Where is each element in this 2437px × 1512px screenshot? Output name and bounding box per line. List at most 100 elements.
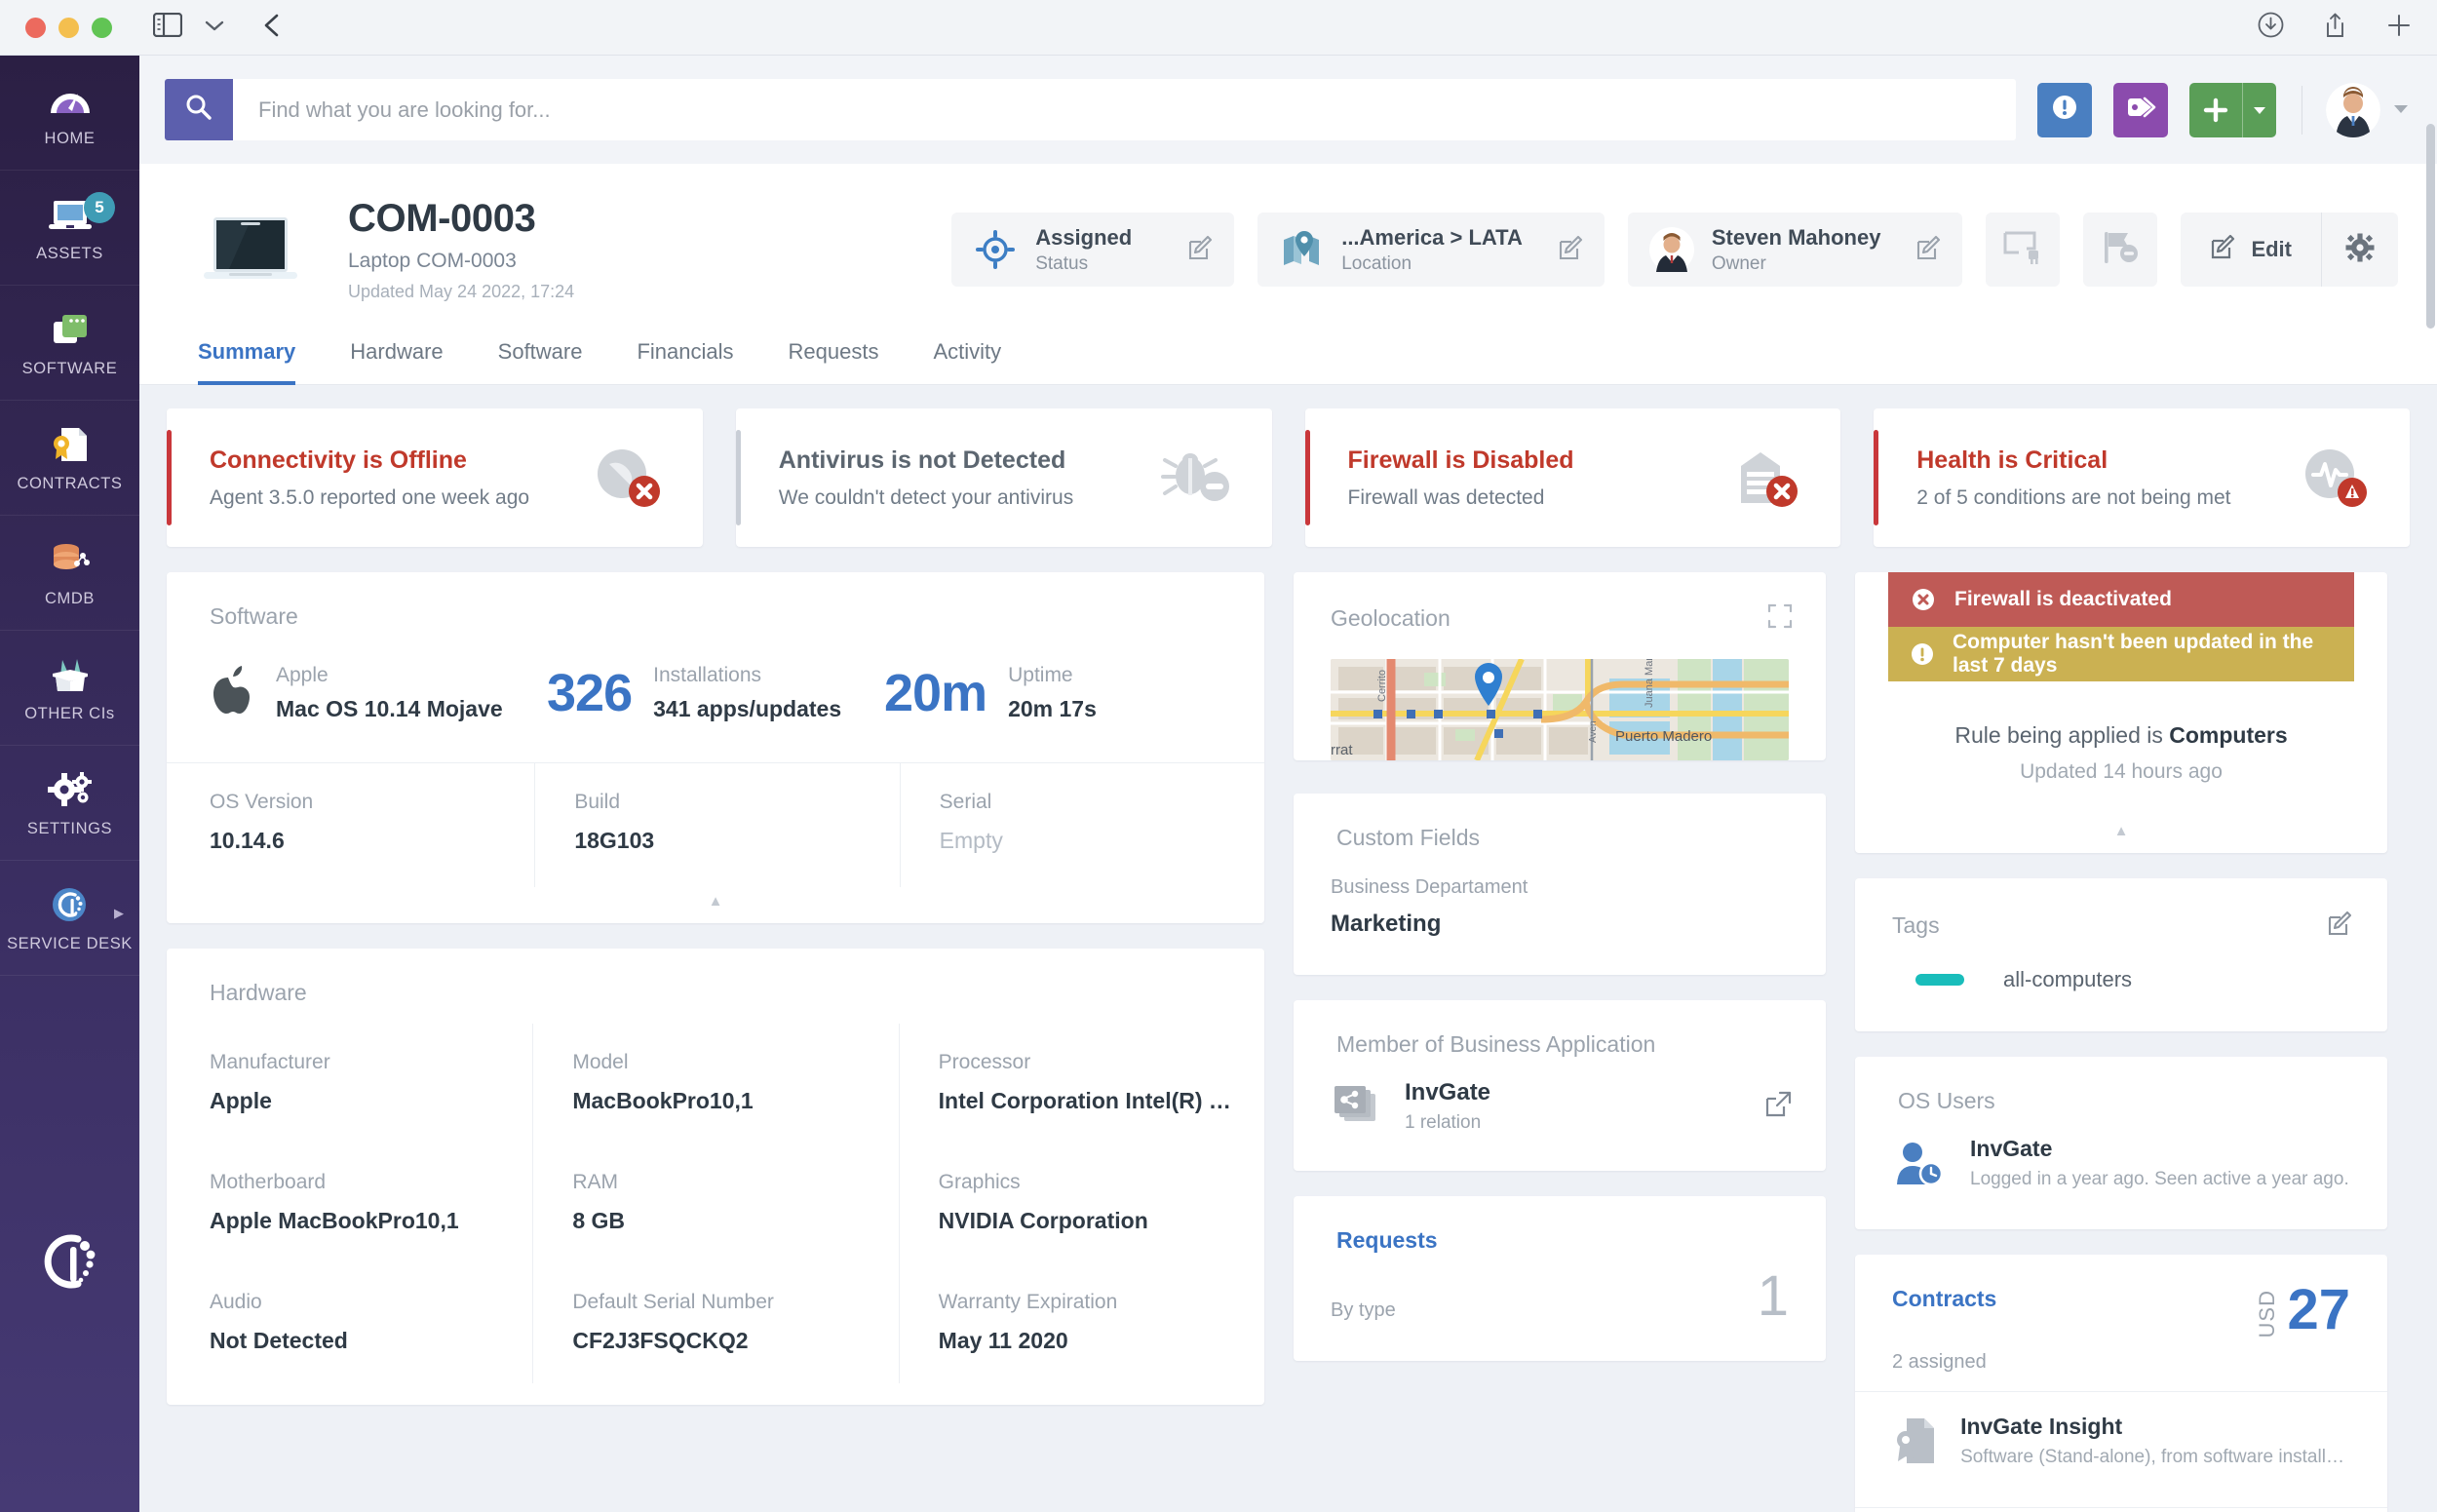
caret-down-icon[interactable] (2392, 101, 2410, 118)
share-icon[interactable] (2323, 12, 2347, 44)
antivirus-status-card[interactable]: Antivirus is not Detected We couldn't de… (735, 408, 1272, 547)
tab-requests[interactable]: Requests (789, 326, 879, 384)
firewall-status-card[interactable]: Firewall is Disabled Firewall was detect… (1304, 408, 1841, 547)
edit-icon[interactable] (1540, 234, 1585, 266)
expand-icon[interactable] (1767, 603, 1793, 634)
plus-icon[interactable] (2189, 83, 2242, 137)
installations-label: Installations (653, 664, 762, 686)
field-label: Default Serial Number (572, 1291, 774, 1313)
edit-icon[interactable] (1898, 234, 1943, 266)
edit-icon[interactable] (1170, 234, 1215, 266)
custom-fields-title: Custom Fields (1336, 825, 1480, 850)
health-panel-collapse-toggle[interactable]: ▲ (1855, 817, 2387, 853)
sidebar-item-home[interactable]: HOME (0, 56, 139, 171)
software-card: Software Apple Mac OS 10.14 Mojave 326 I… (167, 572, 1264, 923)
business-application-relations: 1 relation (1405, 1112, 1482, 1133)
tag-color-chip (1915, 974, 1964, 986)
edit-icon[interactable] (2327, 910, 2354, 942)
gears-icon (46, 768, 95, 811)
settings-button[interactable] (2322, 213, 2398, 287)
minimize-window-button[interactable] (58, 17, 79, 38)
download-icon[interactable] (2258, 12, 2284, 43)
asset-tabs: Summary Hardware Software Financials Req… (139, 326, 2437, 385)
owner-value: Steven Mahoney (1711, 224, 1881, 250)
location-pill[interactable]: ...America > LATA Location (1257, 213, 1605, 287)
field-serial: Serial Empty (899, 763, 1264, 887)
health-condition-error: Firewall is deactivated (1888, 572, 2354, 627)
field-build: Build 18G103 (534, 763, 899, 887)
sidebar-item-cmdb[interactable]: CMDB (0, 516, 139, 631)
maximize-window-button[interactable] (92, 17, 112, 38)
contracts-total: 27 (2287, 1278, 2350, 1341)
list-item[interactable]: InvGate Logged in a year ago. Seen activ… (1855, 1114, 2387, 1229)
svg-text:Cerrito: Cerrito (1376, 670, 1388, 702)
field-label: Serial (939, 791, 992, 813)
health-condition-warning: Computer hasn't been updated in the last… (1888, 627, 2354, 681)
edit-button[interactable]: Edit (2181, 213, 2321, 287)
share-stack-icon (1331, 1083, 1383, 1130)
app-topbar (139, 56, 2437, 164)
alerts-button[interactable] (2037, 82, 2092, 137)
business-application-card: Member of Business Application InvGate 1… (1294, 1000, 1826, 1171)
status-badge: Health is Critical (1916, 446, 2108, 474)
list-item[interactable]: all-computers (1855, 942, 2387, 1031)
page-scrollbar[interactable] (2426, 124, 2435, 329)
custom-field-value: Marketing (1331, 911, 1442, 937)
search-input[interactable] (233, 79, 2016, 140)
window-traffic-lights[interactable] (25, 17, 112, 38)
health-status-card[interactable]: Health is Critical 2 of 5 conditions are… (1874, 408, 2410, 547)
health-rule-prefix: Rule being applied is (1954, 722, 2170, 748)
contracts-title[interactable]: Contracts (1892, 1286, 1996, 1312)
sidebar-item-service-desk[interactable]: ▶ SERVICE DESK (0, 861, 139, 976)
sidebar-item-settings[interactable]: SETTINGS (0, 746, 139, 861)
tab-software[interactable]: Software (498, 326, 583, 384)
chevron-down-icon[interactable] (204, 19, 225, 37)
plus-icon[interactable] (2386, 13, 2412, 43)
field-model: Model MacBookPro10,1 (532, 1024, 898, 1144)
browser-chrome (0, 0, 2437, 56)
create-button-group[interactable] (2189, 82, 2276, 137)
tab-summary[interactable]: Summary (198, 326, 296, 385)
search-button[interactable] (165, 79, 233, 140)
avatar[interactable] (2326, 82, 2380, 137)
assets-badge-count: 5 (84, 192, 115, 223)
flag-disabled-button[interactable] (2083, 213, 2158, 287)
field-label: Audio (210, 1291, 262, 1313)
external-link-icon[interactable] (1763, 1090, 1793, 1124)
status-card-subtitle: 2 of 5 conditions are not being met (1916, 485, 2231, 509)
caret-down-icon[interactable] (2243, 83, 2276, 137)
location-label: Location (1341, 252, 1412, 274)
sidebar-item-label: HOME (44, 129, 96, 147)
sidebar-item-contracts[interactable]: CONTRACTS (0, 401, 139, 516)
status-cards-row: Connectivity is Offline Agent 3.5.0 repo… (167, 408, 2410, 547)
list-item[interactable]: InvGate 1 relation (1294, 1058, 1826, 1171)
software-card-collapse-toggle[interactable]: ▲ (167, 887, 1264, 923)
requests-count: 1 (1757, 1264, 1789, 1328)
map-pin-icon (1279, 227, 1324, 272)
back-arrow-icon[interactable] (262, 13, 282, 43)
connectivity-status-card[interactable]: Connectivity is Offline Agent 3.5.0 repo… (167, 408, 703, 547)
gauge-icon (46, 78, 95, 121)
status-pill[interactable]: Assigned Status (951, 213, 1235, 287)
sidebar-icon[interactable] (152, 12, 183, 42)
close-window-button[interactable] (25, 17, 46, 38)
tags-button[interactable] (2113, 82, 2168, 137)
tab-activity[interactable]: Activity (933, 326, 1001, 384)
tab-hardware[interactable]: Hardware (350, 326, 443, 384)
os-name: Mac OS 10.14 Mojave (276, 696, 503, 721)
remote-connect-button[interactable] (1986, 213, 2061, 287)
installations-block: 326 Installations 341 apps/updates (547, 663, 884, 723)
tab-financials[interactable]: Financials (637, 326, 733, 384)
table-row[interactable]: Windows 10 Software (Operating system), … (1855, 1507, 2387, 1512)
sidebar-item-assets[interactable]: 5 ASSETS (0, 171, 139, 286)
geolocation-map[interactable]: Cerrito Juana Manso Puerto Madero rrat A… (1331, 659, 1789, 760)
requests-title[interactable]: Requests (1294, 1196, 1826, 1254)
table-row[interactable]: InvGate Insight Software (Stand-alone), … (1855, 1391, 2387, 1490)
business-application-title: Member of Business Application (1336, 1031, 1656, 1057)
sidebar-item-other-cis[interactable]: OTHER CIs (0, 631, 139, 746)
status-badge: Antivirus is not Detected (778, 446, 1066, 474)
health-updated: Updated 14 hours ago (2020, 760, 2223, 783)
sidebar-item-software[interactable]: SOFTWARE (0, 286, 139, 401)
field-value: Apple MacBookPro10,1 (210, 1208, 459, 1233)
owner-pill[interactable]: Steven Mahoney Owner (1627, 213, 1963, 287)
